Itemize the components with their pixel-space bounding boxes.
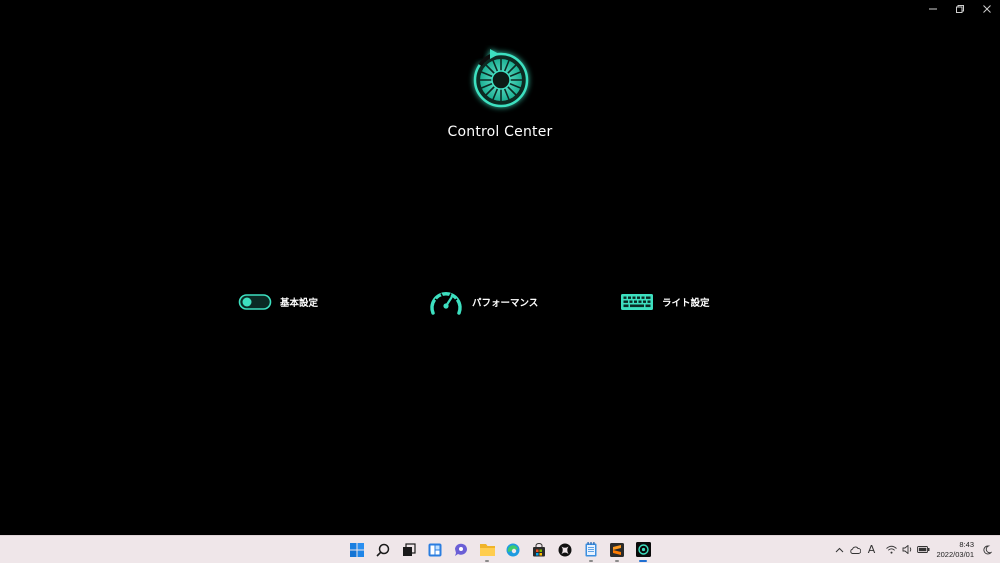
restore-icon — [955, 5, 964, 13]
wifi-icon — [886, 545, 897, 554]
xbox-icon — [558, 543, 572, 556]
volume-button[interactable] — [900, 536, 914, 563]
menu-item-light-settings[interactable]: ライト設定 — [620, 287, 710, 317]
moon-icon — [983, 545, 992, 554]
control-center-logo — [473, 49, 529, 108]
clock[interactable]: 8:43 2022/03/01 — [936, 540, 974, 560]
store-icon — [533, 542, 545, 556]
start-button[interactable] — [344, 536, 370, 563]
sublime-app-icon — [610, 542, 624, 557]
close-icon — [982, 5, 991, 13]
search-button[interactable] — [370, 536, 396, 563]
control-center-window: Control Center 基本設定 パフォーマンス ライト設定 — [0, 0, 1000, 535]
clock-time: 8:43 — [959, 539, 974, 549]
xbox-button[interactable] — [552, 536, 578, 563]
taskbar: A 8:43 2022/03/01 — [0, 535, 1000, 563]
menu-item-performance[interactable]: パフォーマンス — [428, 287, 538, 317]
restore-button[interactable] — [946, 0, 973, 18]
chat-button[interactable] — [448, 536, 474, 563]
keyboard-icon — [621, 294, 653, 310]
windows-start-icon — [350, 542, 364, 557]
widgets-icon — [428, 543, 442, 556]
cloud-icon — [850, 546, 861, 554]
sublime-app-button[interactable] — [604, 536, 630, 563]
toggle-switch-icon — [238, 294, 272, 310]
notifications-button[interactable] — [980, 536, 994, 563]
notepad-button[interactable] — [578, 536, 604, 563]
minimize-icon — [928, 8, 937, 10]
task-view-icon — [403, 542, 416, 556]
menu-item-label: パフォーマンス — [472, 298, 539, 309]
file-explorer-icon — [479, 544, 495, 556]
wifi-button[interactable] — [884, 536, 898, 563]
network-status-button[interactable] — [848, 536, 862, 563]
chevron-up-icon — [835, 547, 844, 552]
ime-indicator[interactable]: A — [864, 536, 878, 563]
widgets-button[interactable] — [422, 536, 448, 563]
speaker-icon — [902, 545, 912, 554]
search-icon — [376, 543, 390, 557]
edge-browser-icon — [506, 543, 520, 556]
menu-item-basic-settings[interactable]: 基本設定 — [238, 287, 318, 317]
window-controls — [919, 0, 1000, 18]
taskbar-apps — [344, 536, 656, 563]
menu-item-label: ライト設定 — [662, 298, 710, 309]
minimize-button[interactable] — [919, 0, 946, 18]
battery-button[interactable] — [916, 536, 930, 563]
system-tray: A 8:43 2022/03/01 — [830, 536, 994, 563]
menu-item-label: 基本設定 — [280, 298, 319, 309]
close-button[interactable] — [973, 0, 1000, 18]
store-button[interactable] — [526, 536, 552, 563]
control-center-app-icon — [635, 542, 651, 557]
edge-button[interactable] — [500, 536, 526, 563]
notepad-icon — [585, 542, 597, 557]
chat-icon — [455, 543, 467, 556]
control-center-taskbar-button[interactable] — [630, 536, 656, 563]
task-view-button[interactable] — [396, 536, 422, 563]
clock-date: 2022/03/01 — [936, 549, 974, 559]
show-hidden-icons-button[interactable] — [832, 536, 846, 563]
speedometer-icon — [430, 292, 462, 315]
app-title: Control Center — [447, 124, 553, 140]
file-explorer-button[interactable] — [474, 536, 500, 563]
battery-charging-icon — [917, 546, 930, 553]
